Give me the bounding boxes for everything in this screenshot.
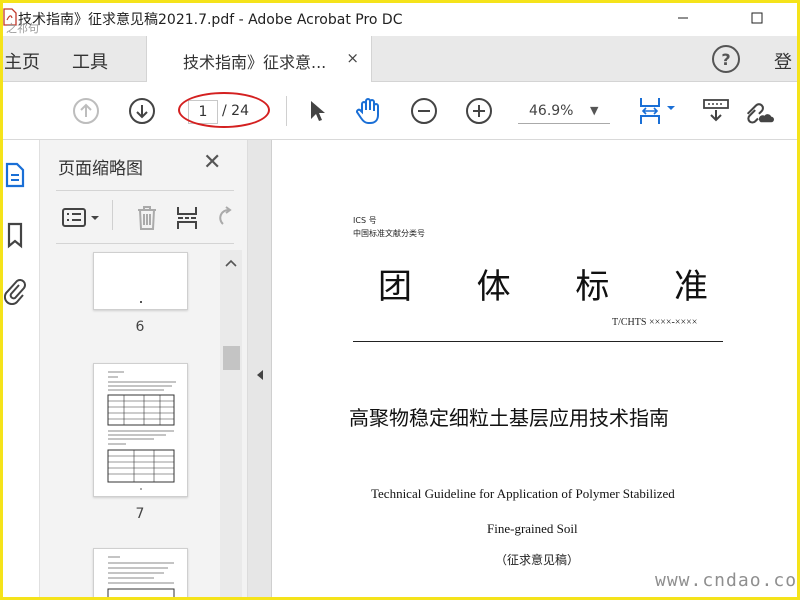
maximize-icon	[751, 12, 763, 24]
chevron-up-icon[interactable]	[225, 256, 237, 270]
red-annotation-ellipse	[178, 92, 270, 128]
hand-icon	[356, 98, 379, 124]
pages-icon	[5, 162, 25, 188]
tab-document[interactable]: 技术指南》征求意... ×	[146, 36, 372, 82]
heading-char: 标	[575, 267, 610, 307]
thumbnail-content	[107, 371, 176, 490]
thumbnail-page-6[interactable]	[93, 252, 188, 310]
previous-page-button[interactable]	[70, 95, 102, 127]
delete-pages-button[interactable]	[131, 202, 163, 234]
heading-char: 体	[476, 267, 511, 307]
trash-icon	[138, 206, 156, 230]
link-cloud-icon	[746, 103, 774, 124]
close-panel-button[interactable]: ✕	[203, 150, 221, 175]
maximize-button[interactable]	[734, 0, 780, 36]
thumbnail-options-button[interactable]	[60, 202, 102, 234]
ics-block: ICS 号 中国标准文献分类号	[353, 214, 425, 240]
thumbnail-page-number: 7	[135, 506, 145, 522]
minimize-button[interactable]	[660, 0, 706, 36]
zoom-out-button[interactable]	[408, 95, 440, 127]
thumbnails-scrollbar[interactable]	[220, 250, 242, 600]
share-link-button[interactable]	[742, 95, 774, 127]
zoom-level-value: 46.9%	[529, 103, 574, 119]
insert-pages-button[interactable]	[171, 202, 203, 234]
bookmark-icon	[7, 222, 23, 249]
navigation-rail	[0, 140, 40, 600]
options-menu-icon	[62, 208, 99, 227]
page-thumbnails-button[interactable]	[2, 160, 28, 190]
collapse-panel-icon[interactable]	[256, 369, 264, 384]
site-watermark: www.cndao.com	[655, 570, 800, 591]
paperclip-icon	[4, 279, 26, 305]
bookmarks-button[interactable]	[2, 220, 28, 250]
main-toolbar	[0, 82, 800, 140]
ics-line: ICS 号	[353, 216, 377, 225]
document-tab-label: 技术指南》征求意...	[183, 53, 327, 72]
tab-bar	[0, 36, 800, 82]
title-bar: 技术指南》征求意见稿2021.7.pdf - Adobe Acrobat Pro…	[0, 0, 800, 36]
plus-circle-icon	[466, 98, 492, 124]
help-button[interactable]: ?	[712, 45, 740, 73]
rotate-page-button[interactable]	[210, 202, 242, 234]
tab-home[interactable]: 主页	[4, 48, 40, 74]
sign-in-link[interactable]: 登	[774, 48, 792, 74]
toolbar-divider	[286, 96, 287, 126]
hand-tool-button[interactable]	[352, 95, 384, 127]
document-title-cn: 高聚物稳定细粒土基层应用技术指南	[349, 406, 669, 430]
thumbnail-page-8[interactable]	[93, 548, 188, 600]
group-standard-heading: 团 体 标 准	[378, 259, 708, 308]
arrow-down-circle-icon	[129, 98, 155, 124]
cursor-arrow-icon	[311, 101, 325, 121]
thumbnail-page-number: 6	[135, 319, 145, 335]
split-page-icon	[177, 207, 197, 229]
minus-circle-icon	[411, 98, 437, 124]
panel-toolbar-divider	[112, 200, 113, 230]
select-tool-button[interactable]	[300, 95, 332, 127]
close-tab-button[interactable]: ×	[346, 49, 359, 67]
next-page-button[interactable]	[126, 95, 158, 127]
attachments-button[interactable]	[2, 276, 28, 306]
scrollbar-thumb[interactable]	[223, 346, 240, 370]
heading-char: 团	[378, 267, 412, 307]
zoom-in-button[interactable]	[463, 95, 495, 127]
thumbnail-page-7[interactable]	[93, 363, 188, 497]
tab-tools[interactable]: 工具	[72, 48, 108, 74]
minimize-icon	[678, 17, 688, 19]
fit-page-icon	[640, 98, 675, 124]
thumbnail-dot	[140, 301, 142, 303]
heading-char: 准	[673, 267, 708, 307]
window-title: 技术指南》征求意见稿2021.7.pdf - Adobe Acrobat Pro…	[18, 12, 403, 28]
panel-title: 页面缩略图	[58, 159, 143, 179]
rotate-icon	[219, 206, 232, 225]
read-mode-button[interactable]	[700, 95, 732, 127]
document-title-en-line2: Fine-grained Soil	[487, 521, 578, 536]
keyboard-download-icon	[703, 99, 729, 122]
title-overlay-text: 之祁句	[6, 22, 39, 35]
draft-label: （征求意见稿）	[495, 553, 580, 567]
page-display-button[interactable]	[634, 95, 680, 127]
ccs-line: 中国标准文献分类号	[353, 229, 425, 238]
document-title-en-line1: Technical Guideline for Application of P…	[371, 486, 675, 501]
thumbnail-content	[107, 556, 175, 600]
standard-code: T/CHTS ××××-××××	[612, 317, 698, 328]
header-rule	[353, 341, 723, 342]
arrow-up-circle-icon	[73, 98, 99, 124]
chevron-down-icon: ▼	[590, 104, 599, 117]
